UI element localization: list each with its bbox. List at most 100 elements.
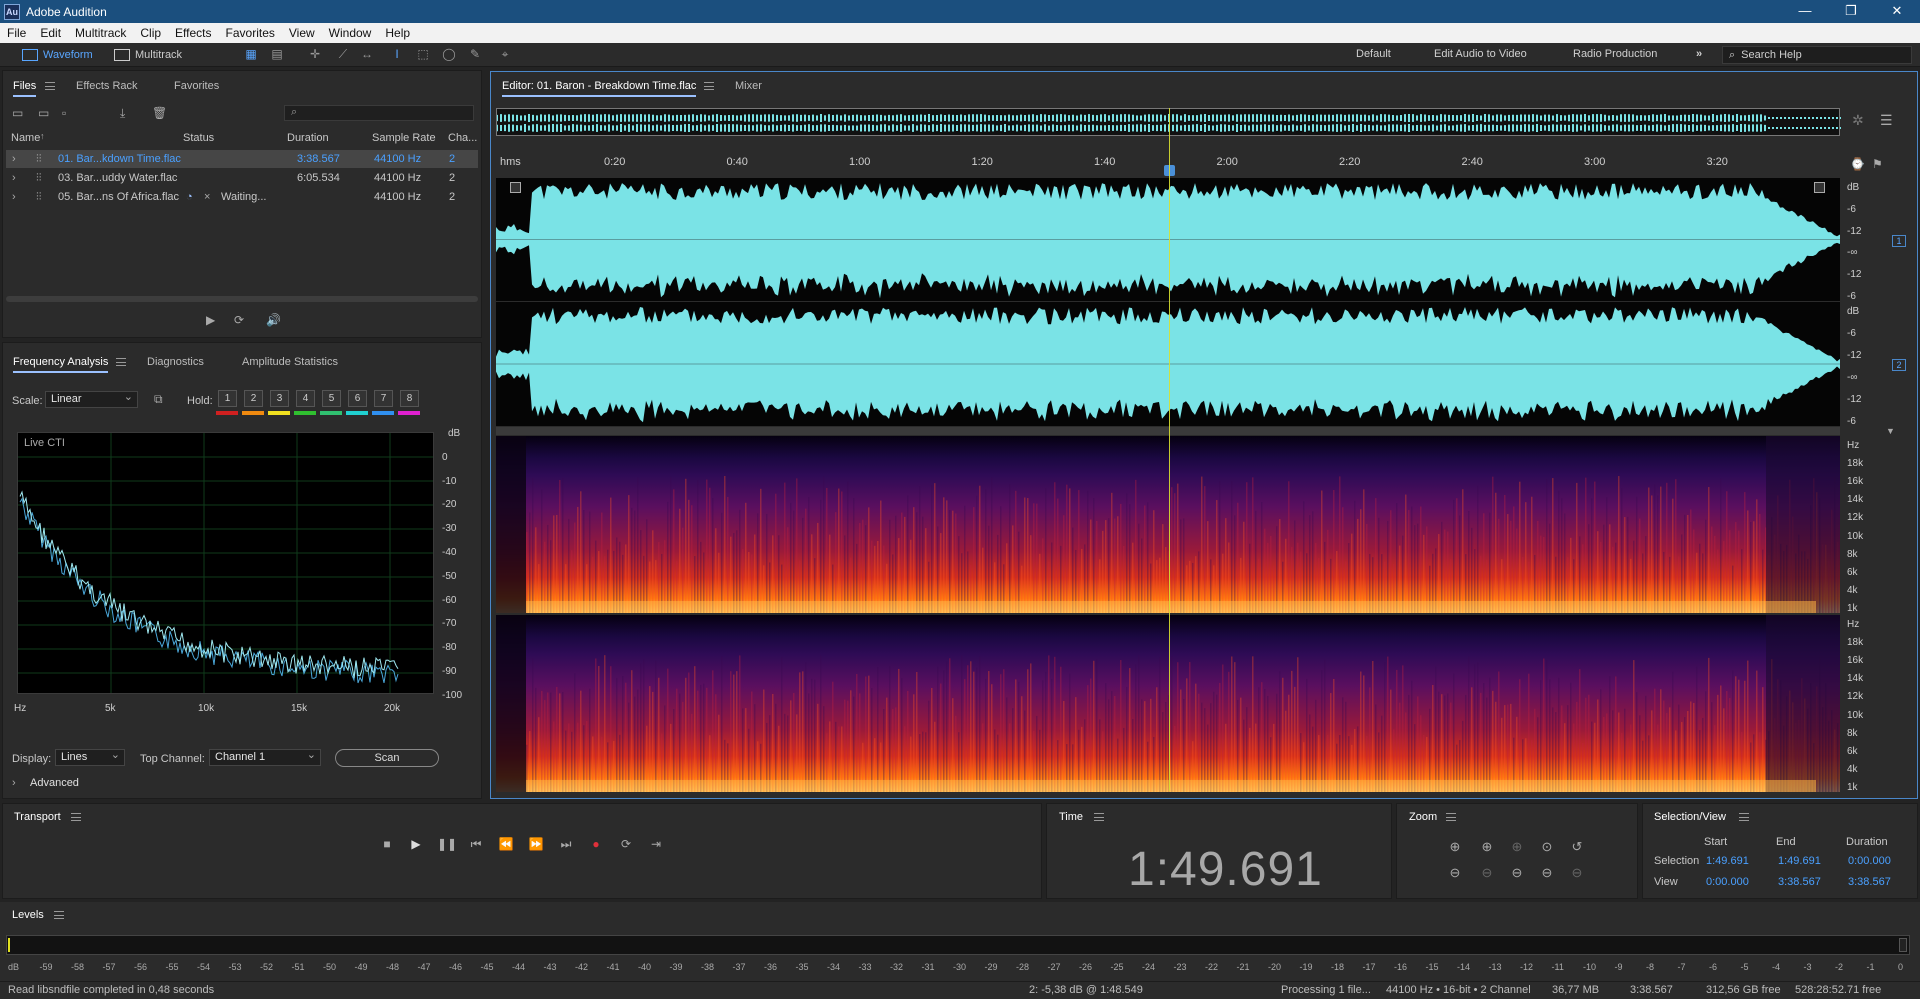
menu-file[interactable]: File [0, 26, 33, 40]
menu-view[interactable]: View [282, 26, 322, 40]
loop-button[interactable]: ⟳ [617, 835, 635, 853]
time-format-icon[interactable]: ⌚ [1850, 157, 1865, 171]
files-search-input[interactable]: ⌕ [284, 105, 474, 121]
tab-favorites[interactable]: Favorites [174, 80, 219, 92]
rewind-button[interactable]: ⏪ [497, 835, 515, 853]
zoom-to-selection-icon[interactable]: ✲ [1852, 112, 1864, 129]
menu-favorites[interactable]: Favorites [219, 26, 282, 40]
zoom-menu-icon[interactable] [1446, 813, 1456, 821]
previous-button[interactable]: ⏮ [467, 835, 485, 853]
new-file-icon[interactable]: ▫ [62, 106, 80, 120]
col-duration[interactable]: Duration [287, 132, 329, 144]
move-tool-icon[interactable]: ✛ [306, 47, 324, 63]
lasso-tool-icon[interactable]: ◯ [440, 47, 458, 63]
zoom-in-point-icon[interactable]: ⊕ [1508, 838, 1526, 856]
auto-play-icon[interactable]: 🔊 [266, 313, 281, 327]
selection-duration[interactable]: 0:00.000 [1848, 855, 1891, 867]
hold-button-6[interactable]: 6 [348, 390, 367, 407]
zoom-in-right-icon[interactable]: ⊖ [1538, 864, 1556, 882]
marker-pin-icon[interactable]: ⚑ [1872, 157, 1883, 171]
zoom-out-time-icon[interactable]: ⊖ [1478, 864, 1496, 882]
spot-healing-icon[interactable]: ⌖ [496, 47, 514, 63]
spectral-divider[interactable] [496, 427, 1840, 435]
menu-window[interactable]: Window [322, 26, 379, 40]
expand-icon[interactable]: › [12, 191, 16, 203]
menu-help[interactable]: Help [378, 26, 417, 40]
play-button[interactable]: ▶ [407, 835, 425, 853]
close-button[interactable]: ✕ [1874, 0, 1920, 23]
col-status[interactable]: Status [183, 132, 214, 144]
pitch-display-icon[interactable]: ▤ [268, 47, 286, 63]
play-preview-icon[interactable]: ▶ [206, 313, 215, 327]
workspace-default[interactable]: Default [1356, 48, 1391, 60]
col-channels[interactable]: Cha... [448, 132, 477, 144]
import-file-icon[interactable]: ▭ [38, 106, 56, 120]
delete-icon[interactable]: 🗑 [152, 106, 170, 120]
display-select[interactable]: Lines [55, 748, 125, 766]
divider-collapse-icon[interactable]: ▼ [1886, 426, 1895, 436]
hold-button-7[interactable]: 7 [374, 390, 393, 407]
editor-menu-icon[interactable] [704, 82, 714, 90]
col-sample-rate[interactable]: Sample Rate [372, 132, 436, 144]
files-menu-icon[interactable] [45, 82, 55, 90]
search-help-field[interactable]: ⌕ Search Help [1722, 46, 1912, 64]
menu-clip[interactable]: Clip [133, 26, 168, 40]
fade-in-handle-icon[interactable] [510, 182, 521, 193]
hold-button-2[interactable]: 2 [244, 390, 263, 407]
clip-indicator[interactable] [1899, 938, 1907, 952]
expand-icon[interactable]: › [12, 172, 16, 184]
current-time-display[interactable]: 1:49.691 [1128, 842, 1322, 897]
scan-button[interactable]: Scan [335, 749, 439, 767]
workspace-edit-audio-video[interactable]: Edit Audio to Video [1434, 48, 1527, 60]
levels-menu-icon[interactable] [54, 911, 64, 919]
tab-editor[interactable]: Editor: 01. Baron - Breakdown Time.flac [502, 80, 697, 97]
zoom-out-full-icon[interactable]: ⊖ [1568, 864, 1586, 882]
files-scrollbar[interactable] [6, 296, 478, 302]
workspace-radio-production[interactable]: Radio Production [1573, 48, 1657, 60]
col-name[interactable]: Name [11, 132, 40, 144]
insert-into-multitrack-icon[interactable]: ⤓ [120, 106, 138, 121]
zoom-in-time-icon[interactable]: ⊕ [1478, 838, 1496, 856]
copy-graph-icon[interactable]: ⧉ [154, 392, 163, 407]
view-end[interactable]: 3:38.567 [1778, 876, 1821, 888]
hold-button-1[interactable]: 1 [218, 390, 237, 407]
fade-out-handle-icon[interactable] [1814, 182, 1825, 193]
frequency-menu-icon[interactable] [116, 358, 126, 366]
multitrack-view-button[interactable]: Multitrack [114, 46, 182, 64]
tab-mixer[interactable]: Mixer [735, 80, 762, 92]
scale-select[interactable]: Linear [45, 390, 138, 408]
selection-end[interactable]: 1:49.691 [1778, 855, 1821, 867]
top-channel-select[interactable]: Channel 1 [209, 748, 321, 766]
tab-frequency-analysis[interactable]: Frequency Analysis [13, 356, 109, 373]
channel-1-spectrogram[interactable] [496, 436, 1840, 613]
expand-icon[interactable]: › [12, 153, 16, 165]
spectral-display-icon[interactable]: ▦ [242, 47, 260, 63]
tab-effects-rack[interactable]: Effects Rack [76, 80, 138, 92]
selection-start[interactable]: 1:49.691 [1706, 855, 1749, 867]
overview-options-icon[interactable]: ☰ [1880, 112, 1893, 129]
channel-2-spectrogram[interactable] [496, 615, 1840, 792]
view-duration[interactable]: 3:38.567 [1848, 876, 1891, 888]
loop-preview-icon[interactable]: ⟳ [234, 313, 244, 327]
slip-tool-icon[interactable]: ↔ [358, 47, 376, 63]
zoom-reset-icon[interactable]: ↺ [1568, 838, 1586, 856]
razor-tool-icon[interactable]: ⟋ [334, 47, 352, 63]
channel-1-badge[interactable]: 1 [1892, 235, 1906, 247]
zoom-in-left-icon[interactable]: ⊖ [1508, 864, 1526, 882]
zoom-in-amplitude-icon[interactable]: ⊕ [1446, 838, 1464, 856]
menu-multitrack[interactable]: Multitrack [68, 26, 133, 40]
channel-2-badge[interactable]: 2 [1892, 359, 1906, 371]
overview-waveform[interactable] [496, 108, 1842, 136]
waveform-view-button[interactable]: Waveform [22, 46, 93, 64]
pause-button[interactable]: ❚❚ [437, 835, 457, 853]
channel-2-waveform[interactable] [496, 302, 1840, 426]
tab-files[interactable]: Files [13, 80, 37, 97]
playhead-line[interactable] [1169, 108, 1170, 791]
menu-edit[interactable]: Edit [33, 26, 68, 40]
view-start[interactable]: 0:00.000 [1706, 876, 1749, 888]
advanced-expand-icon[interactable]: › [12, 777, 16, 789]
more-workspaces-icon[interactable]: » [1696, 48, 1702, 60]
transport-menu-icon[interactable] [71, 813, 81, 821]
hold-button-4[interactable]: 4 [296, 390, 315, 407]
zoom-out-amplitude-icon[interactable]: ⊖ [1446, 864, 1464, 882]
